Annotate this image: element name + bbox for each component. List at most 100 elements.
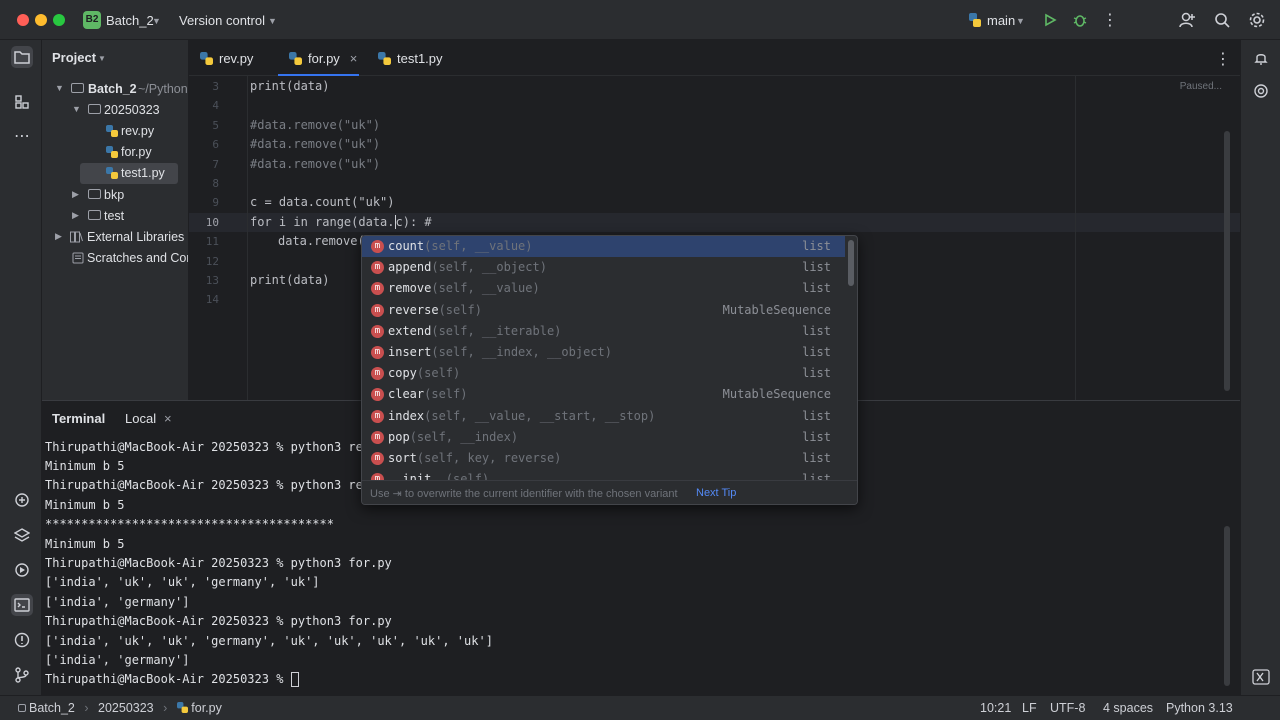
tree-item-20250323[interactable]: ▼ 20250323 — [42, 100, 188, 121]
tree-label: test — [104, 209, 125, 223]
python-interpreter[interactable]: Python 3.13 — [1166, 701, 1233, 715]
tab-rev-py[interactable]: rev.py — [200, 40, 276, 76]
indent-setting[interactable]: 4 spaces — [1103, 701, 1153, 715]
notifications-bell-icon[interactable] — [1250, 47, 1272, 69]
completion-item-count[interactable]: m count(self, __value) list — [362, 236, 845, 257]
completion-scrollbar[interactable] — [848, 240, 854, 286]
gutter-divider — [247, 76, 248, 400]
python-run-config-icon[interactable] — [966, 11, 984, 29]
debug-icon[interactable] — [1071, 11, 1089, 29]
method-owner-type: list — [802, 281, 831, 296]
tree-item-test[interactable]: ▶ test — [42, 206, 188, 227]
tree-item-bkp[interactable]: ▶ bkp — [42, 185, 188, 206]
line-number: 12 — [205, 255, 219, 268]
tree-item-scratches[interactable]: Scratches and Consoles — [42, 248, 188, 269]
line-separator[interactable]: LF — [1022, 701, 1037, 715]
chevron-down-icon[interactable]: ▼ — [152, 16, 161, 26]
chevron-right-icon[interactable]: ▶ — [55, 231, 62, 242]
layers-icon[interactable] — [11, 524, 33, 546]
completion-name: append(self, __object) — [388, 260, 547, 274]
completion-item-reverse[interactable]: m reverse(self) MutableSequence — [362, 300, 845, 321]
search-icon[interactable] — [1213, 11, 1231, 29]
terminal-cursor — [290, 672, 299, 687]
python-file-icon — [106, 167, 118, 179]
completion-item-clear[interactable]: m clear(self) MutableSequence — [362, 384, 845, 405]
structure-icon[interactable] — [11, 91, 33, 113]
method-icon: m — [371, 367, 384, 381]
method-signature: (self, __value) — [431, 281, 540, 296]
completion-item-extend[interactable]: m extend(self, __iterable) list — [362, 321, 845, 342]
chevron-down-icon[interactable]: ▼ — [268, 16, 277, 26]
completion-hint: Use ⇥ to overwrite the current identifie… — [370, 488, 678, 500]
project-badge[interactable]: B2 — [83, 11, 101, 29]
code-text: for i in range(data. — [250, 215, 395, 229]
tab-for-py[interactable]: for.py × — [278, 40, 359, 76]
method-name: copy — [388, 366, 417, 381]
tree-item-external-libraries[interactable]: ▶ External Libraries — [42, 227, 188, 248]
file-encoding[interactable]: UTF-8 — [1050, 701, 1085, 715]
close-tab-icon[interactable]: × — [164, 411, 172, 426]
problems-icon[interactable] — [11, 629, 33, 651]
line-number: 10 — [205, 216, 219, 229]
tree-item-rev-py[interactable]: rev.py — [42, 121, 188, 142]
git-icon[interactable] — [11, 664, 33, 686]
close-tab-icon[interactable]: × — [350, 51, 358, 66]
tree-label: Batch_2 — [88, 82, 137, 96]
code-line: c = data.count("uk") — [250, 195, 395, 209]
scratches-icon — [72, 252, 84, 264]
chevron-right-icon: › — [163, 701, 168, 715]
tab-options-icon[interactable]: ⋮ — [1215, 49, 1231, 69]
completion-item-pop[interactable]: m pop(self, __index) list — [362, 427, 845, 448]
caret-position[interactable]: 10:21 — [980, 701, 1011, 715]
run-icon[interactable] — [1041, 11, 1059, 29]
tab-test1-py[interactable]: test1.py — [378, 40, 458, 76]
more-actions-icon[interactable]: ⋮ — [1101, 11, 1119, 29]
tree-item-batch2[interactable]: ▼ Batch_2 ~/Python — [42, 79, 188, 100]
tree-item-test1-py[interactable]: test1.py — [80, 163, 178, 184]
breadcrumb-item[interactable]: for.py — [191, 701, 222, 715]
maximize-window-button[interactable] — [53, 14, 65, 26]
chevron-down-icon[interactable]: ▼ — [55, 83, 64, 93]
project-folder-icon[interactable] — [11, 46, 33, 68]
chevron-down-icon[interactable]: ▼ — [98, 54, 106, 63]
completion-item-insert[interactable]: m insert(self, __index, __object) list — [362, 342, 845, 363]
minimize-window-button[interactable] — [35, 14, 47, 26]
method-icon: m — [371, 430, 384, 444]
breadcrumb-item[interactable]: Batch_2 — [29, 701, 75, 715]
more-tools-icon[interactable]: ⋯ — [11, 125, 33, 147]
tree-item-for-py[interactable]: for.py — [42, 142, 188, 163]
breadcrumb-item[interactable]: 20250323 — [98, 701, 154, 715]
completion-name: clear(self) — [388, 387, 467, 401]
code-line: #data.remove("uk") — [250, 157, 381, 171]
terminal-scrollbar[interactable] — [1224, 526, 1230, 686]
tree-label: External Libraries — [87, 230, 185, 244]
excel-icon[interactable] — [1250, 666, 1272, 688]
completion-item-sort[interactable]: m sort(self, key, reverse) list — [362, 448, 845, 469]
method-name: append — [388, 260, 432, 275]
method-signature: (self) — [424, 387, 468, 402]
close-window-button[interactable] — [17, 14, 29, 26]
run-config-selector[interactable]: main — [987, 13, 1015, 28]
services-icon[interactable] — [11, 559, 33, 581]
chevron-down-icon[interactable]: ▼ — [1016, 16, 1025, 26]
chevron-down-icon[interactable]: ▼ — [72, 104, 81, 114]
chevron-right-icon[interactable]: ▶ — [72, 189, 79, 200]
left-tool-strip: ⋯ — [0, 40, 42, 695]
add-user-icon[interactable] — [1178, 11, 1196, 29]
terminal-tab-local[interactable]: Local — [125, 411, 156, 426]
completion-item-copy[interactable]: m copy(self) list — [362, 363, 845, 384]
editor-scrollbar[interactable] — [1224, 131, 1230, 391]
python-packages-icon[interactable] — [11, 489, 33, 511]
completion-item-index[interactable]: m index(self, __value, __start, __stop) li… — [362, 406, 845, 427]
project-switcher[interactable]: Batch_2 — [106, 13, 154, 28]
next-tip-link[interactable]: Next Tip — [696, 487, 736, 499]
project-panel-title[interactable]: Project — [52, 50, 96, 65]
completion-item-append[interactable]: m append(self, __object) list — [362, 257, 845, 278]
ai-assistant-icon[interactable] — [1250, 80, 1272, 102]
vcs-menu[interactable]: Version control — [179, 13, 265, 28]
completion-item-remove[interactable]: m remove(self, __value) list — [362, 278, 845, 299]
method-name: insert — [388, 345, 432, 359]
chevron-right-icon[interactable]: ▶ — [72, 210, 79, 221]
terminal-icon[interactable] — [11, 594, 33, 616]
settings-gear-icon[interactable] — [1248, 11, 1266, 29]
